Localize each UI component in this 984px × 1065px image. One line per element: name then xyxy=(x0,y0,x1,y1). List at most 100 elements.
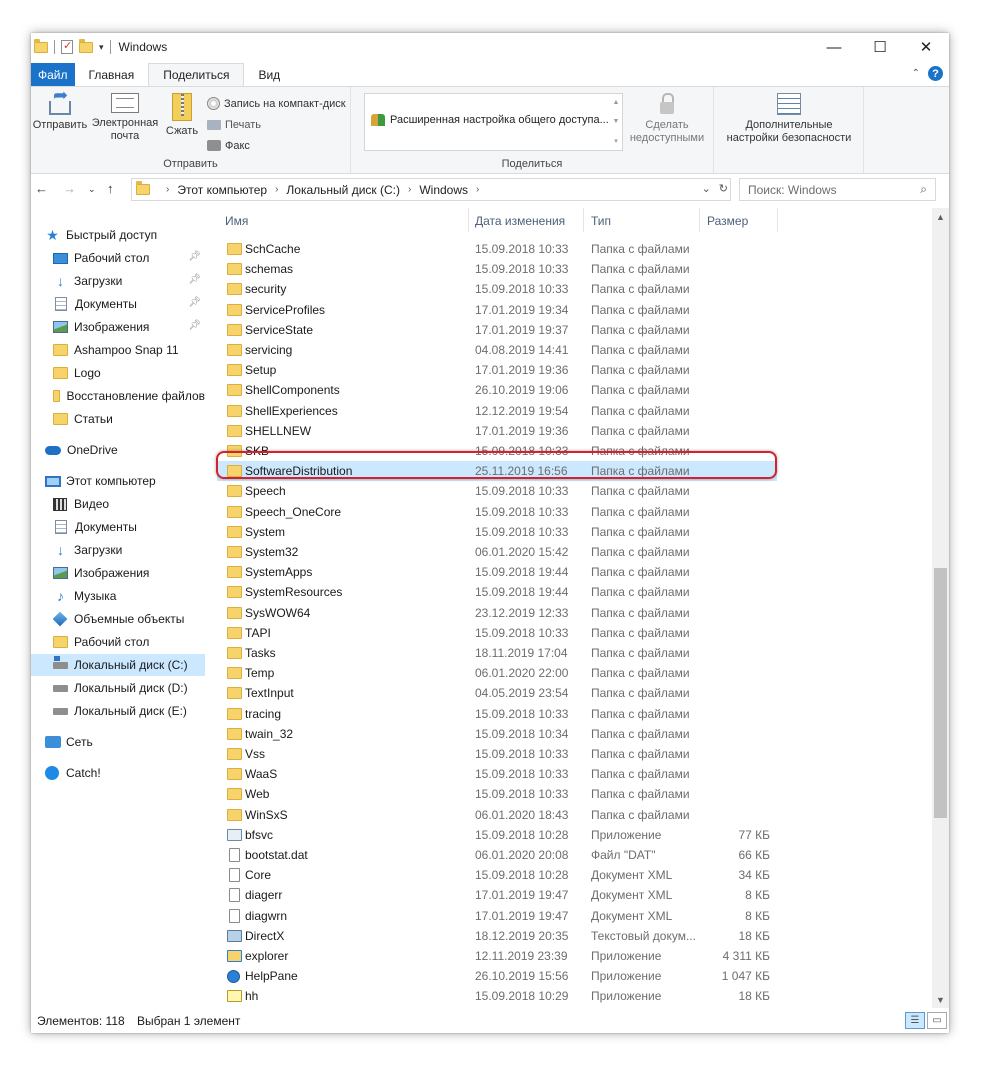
tab-view[interactable]: Вид xyxy=(244,63,294,86)
pin-icon[interactable]: 📌︎ xyxy=(188,297,201,308)
file-row[interactable]: SoftwareDistribution 25.11.2019 16:56 Папк… xyxy=(217,461,777,482)
file-row[interactable]: Vss 15.09.2018 10:33 Папка с файлами xyxy=(217,744,777,764)
file-row[interactable]: System 15.09.2018 10:33 Папка с файлами xyxy=(217,522,777,542)
nav-articles[interactable]: Статьи xyxy=(53,408,205,430)
file-row[interactable]: schemas 15.09.2018 10:33 Папка с файлами xyxy=(217,259,777,279)
details-view-icon[interactable]: ☰ xyxy=(905,1012,925,1029)
nav-pc-desktop[interactable]: Рабочий стол xyxy=(53,631,205,653)
minimize-button[interactable]: — xyxy=(811,33,857,61)
nav-pc-documents[interactable]: Документы xyxy=(53,516,205,538)
nav-pictures[interactable]: Изображения 📌︎ xyxy=(53,316,205,338)
breadcrumb-separator[interactable]: › xyxy=(275,184,278,195)
nav-videos[interactable]: Видео xyxy=(53,493,205,515)
file-row[interactable]: Core 15.09.2018 10:28 Документ XML 34 КБ xyxy=(217,865,777,885)
column-size[interactable]: Размер xyxy=(707,214,748,228)
close-button[interactable]: ✕ xyxy=(903,33,949,61)
advanced-sharing-button[interactable]: Расширенная настройка общего доступа... xyxy=(371,114,609,126)
file-row[interactable]: Temp 06.01.2020 22:00 Папка с файлами xyxy=(217,663,777,683)
file-row[interactable]: SystemApps 15.09.2018 19:44 Папка с файлам… xyxy=(217,562,777,582)
file-row[interactable]: Web 15.09.2018 10:33 Папка с файлами xyxy=(217,784,777,804)
scroll-up-icon[interactable]: ▲ xyxy=(932,208,949,225)
file-row[interactable]: TAPI 15.09.2018 10:33 Папка с файлами xyxy=(217,623,777,643)
nav-drive-e[interactable]: Локальный диск (E:) xyxy=(53,700,205,722)
column-divider[interactable] xyxy=(777,208,778,232)
stop-sharing-button[interactable]: Сделать недоступными xyxy=(625,93,709,145)
column-type[interactable]: Тип xyxy=(591,214,611,228)
new-folder-icon[interactable] xyxy=(79,38,93,53)
file-row[interactable]: bootstat.dat 06.01.2020 20:08 Файл "DAT" 66… xyxy=(217,845,777,865)
help-icon[interactable]: ? xyxy=(928,66,943,81)
nav-pc-downloads[interactable]: ↓ Загрузки xyxy=(53,539,205,561)
nav-catch[interactable]: Catch! xyxy=(45,762,219,784)
nav-this-pc[interactable]: Этот компьютер xyxy=(45,470,219,492)
breadcrumb-separator[interactable]: › xyxy=(408,184,411,195)
file-row[interactable]: hh 15.09.2018 10:29 Приложение 18 КБ xyxy=(217,986,777,1006)
file-row[interactable]: KMSAutoLite06.12.2016 16:51Параметры кон… xyxy=(217,1007,777,1008)
share-button[interactable]: Отправить xyxy=(32,89,88,132)
fax-button[interactable]: Факс xyxy=(207,135,346,156)
nav-music[interactable]: ♪ Музыка xyxy=(53,585,205,607)
gallery-more-icon[interactable]: ▾ xyxy=(614,137,618,145)
breadcrumb-separator[interactable]: › xyxy=(476,184,479,195)
file-row[interactable]: SHELLNEW 17.01.2019 19:36 Папка с файлами xyxy=(217,421,777,441)
column-divider[interactable] xyxy=(583,208,584,232)
file-row[interactable]: TextInput 04.05.2019 23:54 Папка с файлами xyxy=(217,683,777,703)
column-date[interactable]: Дата изменения xyxy=(475,214,565,228)
properties-icon[interactable] xyxy=(61,39,73,54)
scroll-thumb[interactable] xyxy=(934,568,947,818)
file-row[interactable]: Tasks 18.11.2019 17:04 Папка с файлами xyxy=(217,643,777,663)
maximize-button[interactable]: ☐ xyxy=(857,33,903,61)
file-row[interactable]: Setup 17.01.2019 19:36 Папка с файлами xyxy=(217,360,777,380)
folder-icon[interactable] xyxy=(34,38,48,53)
file-row[interactable]: twain_32 15.09.2018 10:34 Папка с файлами xyxy=(217,724,777,744)
print-button[interactable]: Печать xyxy=(207,114,346,135)
advanced-security-button[interactable]: Дополнительные настройки безопасности xyxy=(716,93,862,145)
gallery-up-icon[interactable]: ▲ xyxy=(613,99,620,106)
file-row[interactable]: SchCache 15.09.2018 10:33 Папка с файлами xyxy=(217,239,777,259)
gallery-down-icon[interactable]: ▼ xyxy=(613,118,620,125)
file-row[interactable]: DirectX 18.12.2019 20:35 Текстовый докум..… xyxy=(217,926,777,946)
search-input[interactable]: Поиск: Windows ⌕ xyxy=(739,178,936,201)
breadcrumb-separator[interactable]: › xyxy=(166,184,169,195)
large-icons-view-icon[interactable]: ▭ xyxy=(927,1012,947,1029)
file-row[interactable]: WaaS 15.09.2018 10:33 Папка с файлами xyxy=(217,764,777,784)
email-button[interactable]: Электронная почта xyxy=(89,93,161,143)
file-row[interactable]: bfsvc 15.09.2018 10:28 Приложение 77 КБ xyxy=(217,825,777,845)
forward-arrow-icon[interactable]: → xyxy=(63,181,76,196)
nav-drive-d[interactable]: Локальный диск (D:) xyxy=(53,677,205,699)
recent-locations-icon[interactable]: ⌄ xyxy=(88,184,96,195)
file-row[interactable]: security 15.09.2018 10:33 Папка с файлами xyxy=(217,279,777,299)
file-row[interactable]: tracing 15.09.2018 10:33 Папка с файлами xyxy=(217,704,777,724)
nav-ashampoo[interactable]: Ashampoo Snap 11 xyxy=(53,339,205,361)
up-arrow-icon[interactable]: ↑ xyxy=(107,181,114,196)
zip-button[interactable]: Сжать xyxy=(163,93,201,138)
address-bar[interactable]: › Этот компьютер › Локальный диск (C:) ›… xyxy=(131,178,731,201)
scroll-down-icon[interactable]: ▼ xyxy=(932,991,949,1008)
nav-downloads[interactable]: ↓ Загрузки 📌︎ xyxy=(53,270,205,292)
column-divider[interactable] xyxy=(468,208,469,232)
file-row[interactable]: ServiceProfiles 17.01.2019 19:34 Папка с ф… xyxy=(217,300,777,320)
nav-network[interactable]: Сеть xyxy=(45,731,219,753)
file-row[interactable]: servicing 04.08.2019 14:41 Папка с файлами xyxy=(217,340,777,360)
tab-file[interactable]: Файл xyxy=(31,63,75,86)
back-arrow-icon[interactable]: ← xyxy=(35,181,48,196)
nav-onedrive[interactable]: OneDrive xyxy=(45,439,219,461)
column-divider[interactable] xyxy=(699,208,700,232)
file-row[interactable]: HelpPane 26.10.2019 15:56 Приложение 1 047 … xyxy=(217,966,777,986)
nav-desktop[interactable]: Рабочий стол 📌︎ xyxy=(53,247,205,269)
file-row[interactable]: diagwrn 17.01.2019 19:47 Документ XML 8 КБ xyxy=(217,906,777,926)
file-row[interactable]: System32 06.01.2020 15:42 Папка с файлами xyxy=(217,542,777,562)
file-row[interactable]: diagerr 17.01.2019 19:47 Документ XML 8 КБ xyxy=(217,885,777,905)
pin-icon[interactable]: 📌︎ xyxy=(188,251,201,262)
file-row[interactable]: explorer 12.11.2019 23:39 Приложение 4 311 … xyxy=(217,946,777,966)
burn-disc-button[interactable]: Запись на компакт-диск xyxy=(207,93,346,114)
customize-toolbar-arrow-icon[interactable]: ▾ xyxy=(99,42,104,53)
column-name[interactable]: Имя xyxy=(225,214,248,228)
tab-share[interactable]: Поделиться xyxy=(148,63,245,86)
file-row[interactable]: SysWOW64 23.12.2019 12:33 Папка с файлами xyxy=(217,603,777,623)
breadcrumb-windows[interactable]: Windows xyxy=(419,183,468,197)
nav-quick-access[interactable]: ★ Быстрый доступ xyxy=(45,224,219,246)
file-row[interactable]: Speech_OneCore 15.09.2018 10:33 Папка с фа… xyxy=(217,502,777,522)
search-icon[interactable]: ⌕ xyxy=(920,182,927,197)
breadcrumb-drive-c[interactable]: Локальный диск (C:) xyxy=(286,183,400,197)
